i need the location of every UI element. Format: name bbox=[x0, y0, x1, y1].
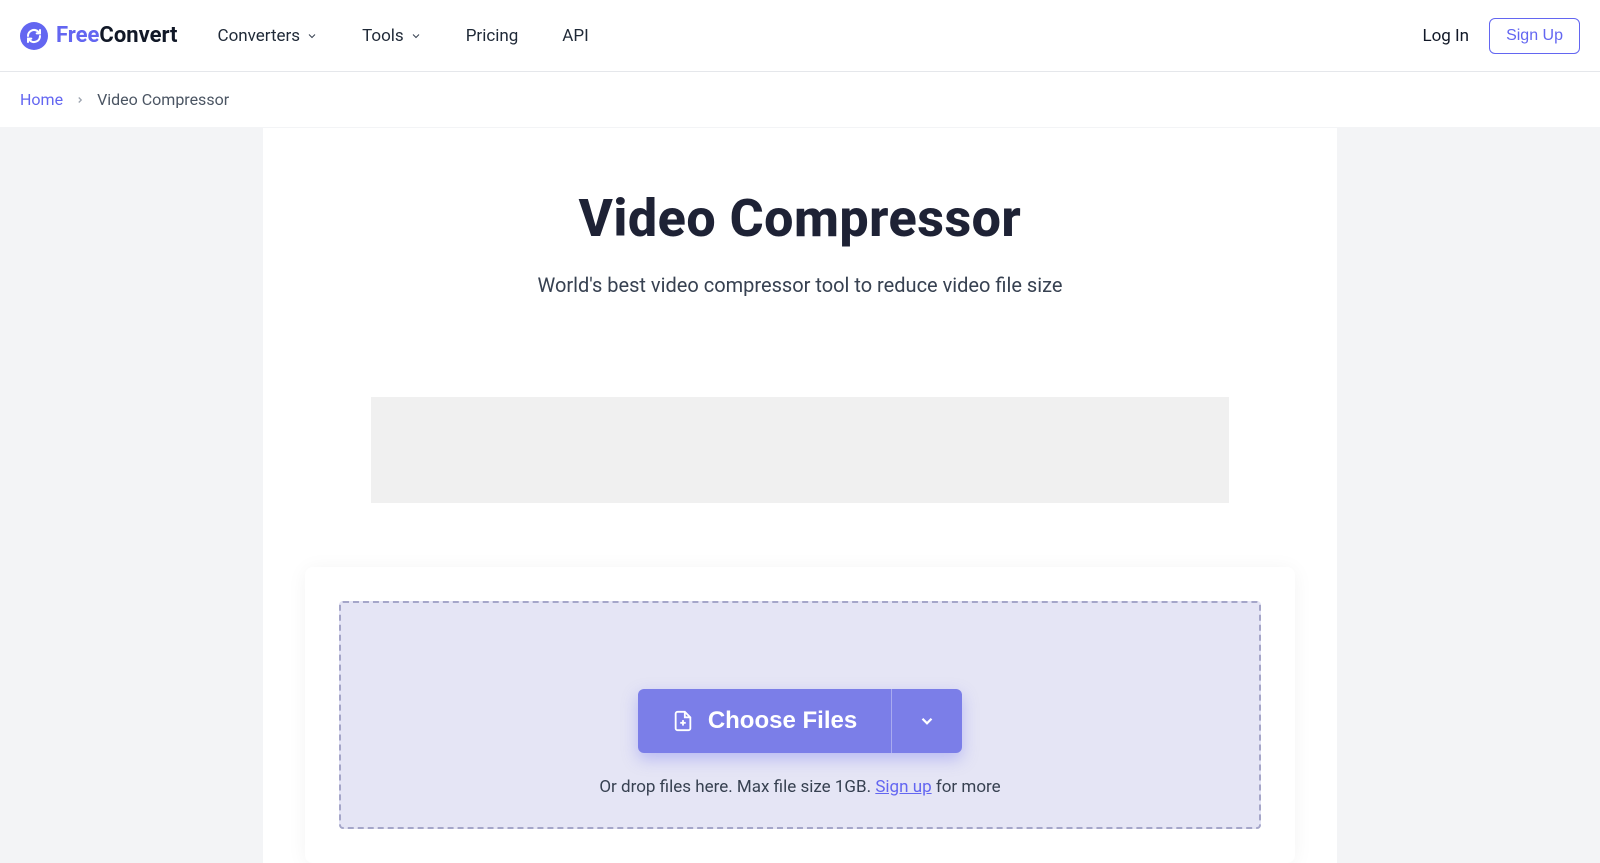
page-title: Video Compressor bbox=[263, 188, 1337, 249]
chevron-down-icon bbox=[306, 30, 318, 42]
breadcrumb-current: Video Compressor bbox=[97, 90, 229, 109]
header-right: Log In Sign Up bbox=[1422, 18, 1580, 54]
chevron-right-icon bbox=[75, 95, 85, 105]
refresh-icon bbox=[20, 22, 48, 50]
drop-text: Or drop files here. Max file size 1GB. S… bbox=[361, 777, 1239, 797]
content-card: Video Compressor World's best video comp… bbox=[263, 128, 1337, 863]
upload-card: Choose Files Or drop files here. Max fil… bbox=[305, 567, 1295, 863]
ad-placeholder bbox=[371, 397, 1229, 503]
chevron-down-icon bbox=[918, 712, 936, 730]
nav-tools-label: Tools bbox=[362, 26, 404, 46]
nav-converters[interactable]: Converters bbox=[218, 26, 319, 46]
nav-pricing-label: Pricing bbox=[466, 26, 519, 46]
nav-pricing[interactable]: Pricing bbox=[466, 26, 519, 46]
signup-button[interactable]: Sign Up bbox=[1489, 18, 1580, 54]
nav-converters-label: Converters bbox=[218, 26, 301, 46]
chevron-down-icon bbox=[410, 30, 422, 42]
file-plus-icon bbox=[672, 710, 694, 732]
dropzone[interactable]: Choose Files Or drop files here. Max fil… bbox=[339, 601, 1261, 829]
page-subtitle: World's best video compressor tool to re… bbox=[263, 273, 1337, 297]
main-nav: Converters Tools Pricing API bbox=[218, 26, 589, 46]
choose-files-dropdown[interactable] bbox=[891, 689, 962, 753]
breadcrumb: Home Video Compressor bbox=[0, 72, 1600, 128]
signup-link-inline[interactable]: Sign up bbox=[875, 777, 931, 797]
nav-api-label: API bbox=[562, 26, 588, 46]
choose-files-group: Choose Files bbox=[638, 689, 962, 753]
logo[interactable]: FreeConvert bbox=[20, 22, 178, 50]
login-link[interactable]: Log In bbox=[1422, 26, 1469, 46]
nav-api[interactable]: API bbox=[562, 26, 588, 46]
choose-files-label: Choose Files bbox=[708, 707, 857, 735]
choose-files-button[interactable]: Choose Files bbox=[638, 689, 891, 753]
logo-text: FreeConvert bbox=[56, 23, 178, 48]
breadcrumb-home[interactable]: Home bbox=[20, 90, 63, 109]
header: FreeConvert Converters Tools Pricing API… bbox=[0, 0, 1600, 72]
page-wrap: Video Compressor World's best video comp… bbox=[0, 128, 1600, 863]
nav-tools[interactable]: Tools bbox=[362, 26, 422, 46]
